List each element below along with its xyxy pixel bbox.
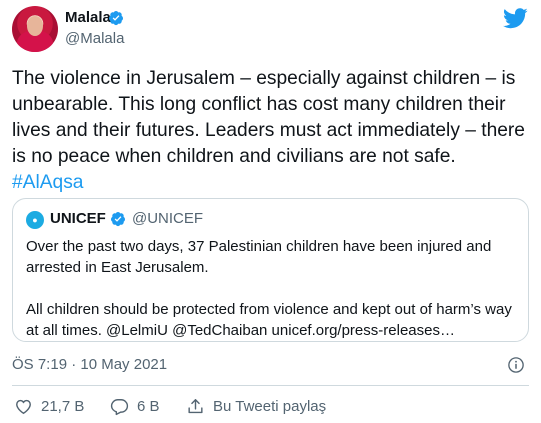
reply-button[interactable]: 6 B <box>110 396 160 416</box>
share-button[interactable]: Bu Tweeti paylaş <box>186 396 326 416</box>
timestamp-link[interactable]: ÖS 7:19 · 10 May 2021 <box>12 356 167 373</box>
info-icon[interactable] <box>507 356 525 374</box>
like-button[interactable]: 21,7 B <box>14 396 84 416</box>
quoted-author-handle: @UNICEF <box>132 210 204 227</box>
avatar-face <box>27 16 43 36</box>
tweet-body: The violence in Jerusalem – especially a… <box>12 68 525 167</box>
hashtag-link[interactable]: #AlAqsa <box>12 172 83 193</box>
quoted-author-name: UNICEF <box>50 210 106 227</box>
avatar[interactable] <box>12 6 58 52</box>
reply-icon <box>110 398 129 415</box>
embedded-tweet: Malala @Malala The violence in Jerusalem… <box>0 0 541 423</box>
author-name[interactable]: Malala <box>65 9 111 26</box>
quoted-paragraph-1: Over the past two days, 37 Palestinian c… <box>26 238 492 276</box>
tweet-text: The violence in Jerusalem – especially a… <box>12 66 532 196</box>
quoted-tweet-text: Over the past two days, 37 Palestinian c… <box>26 236 516 341</box>
reply-count: 6 B <box>137 397 160 415</box>
divider <box>12 385 529 386</box>
verified-badge-icon <box>111 212 125 227</box>
unicef-logo: ● <box>26 211 44 229</box>
share-icon <box>188 398 203 413</box>
quoted-tweet[interactable]: ● UNICEF @UNICEF Over the past two days,… <box>12 198 529 342</box>
quoted-paragraph-2: All children should be protected from vi… <box>26 301 512 339</box>
twitter-bird-icon[interactable] <box>503 8 528 29</box>
author-handle[interactable]: @Malala <box>65 30 124 47</box>
verified-badge-icon <box>109 11 123 26</box>
like-count: 21,7 B <box>41 397 85 415</box>
heart-icon <box>16 399 31 414</box>
share-label: Bu Tweeti paylaş <box>213 397 327 415</box>
